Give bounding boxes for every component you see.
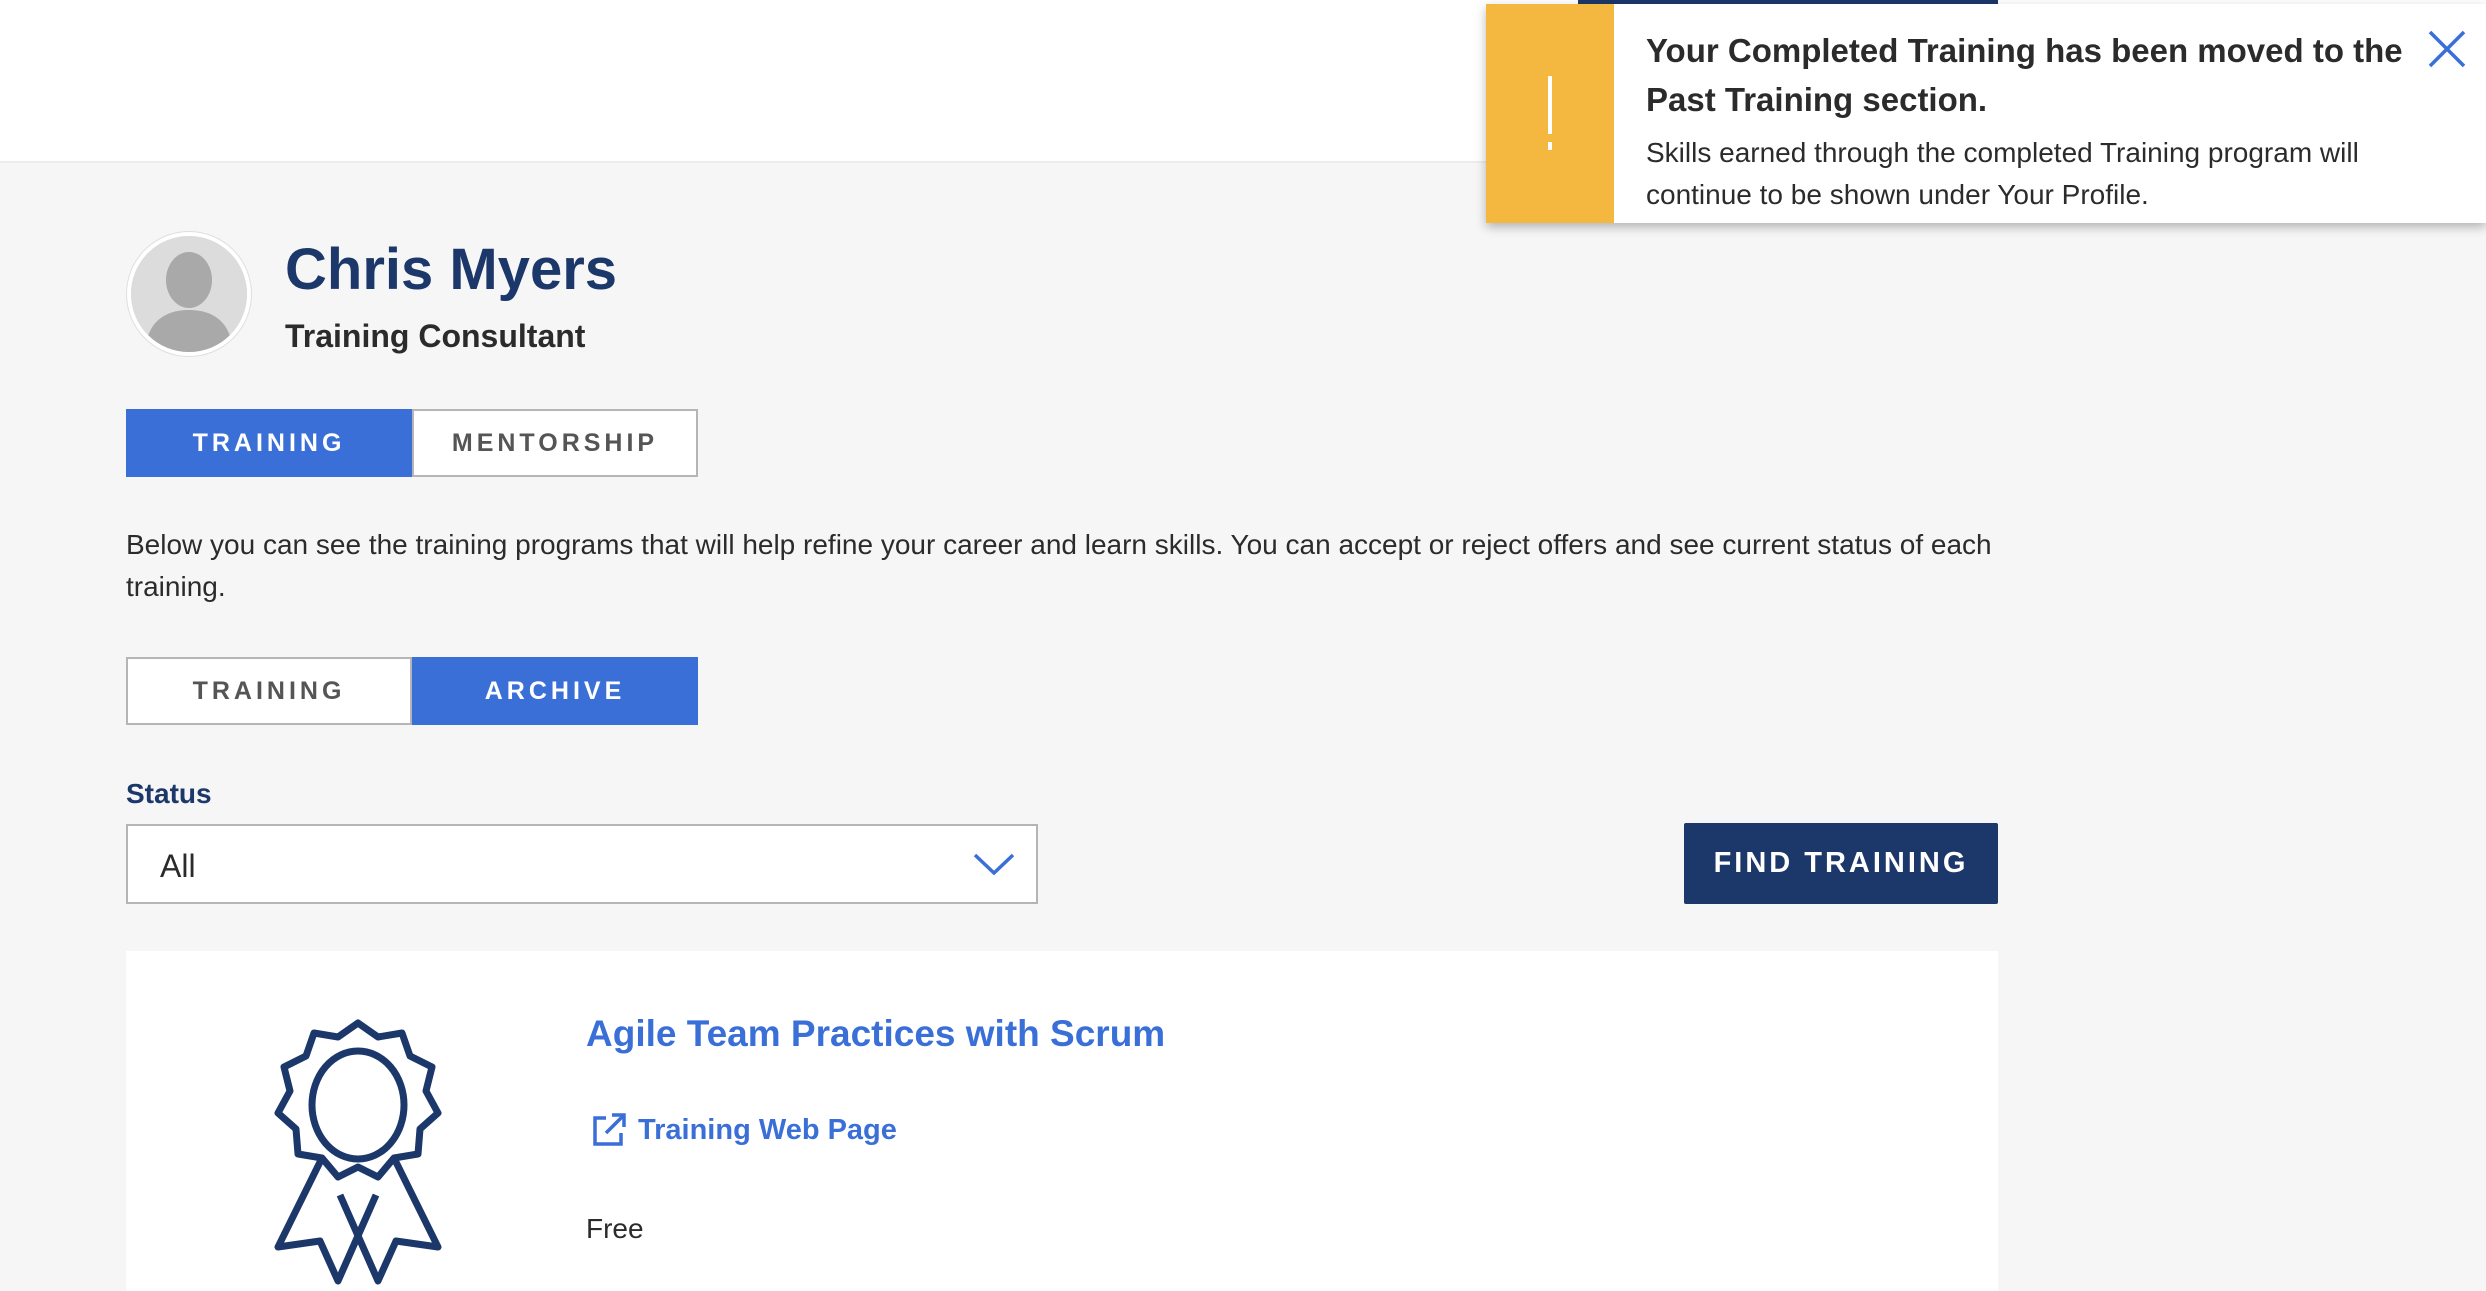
status-label: Status (126, 778, 212, 809)
training-title-link[interactable]: Agile Team Practices with Scrum (586, 1013, 1165, 1055)
avatar (127, 232, 251, 356)
tab-mentorship[interactable]: MENTORSHIP (412, 409, 698, 477)
training-web-page-link[interactable]: Training Web Page (590, 1111, 897, 1149)
main-tabs: TRAINING MENTORSHIP (126, 409, 698, 477)
status-selected-value: All (160, 848, 196, 884)
profile-name: Chris Myers (285, 237, 618, 302)
find-training-button[interactable]: FIND TRAINING (1684, 823, 1998, 904)
user-silhouette-icon (131, 236, 247, 352)
training-card: Agile Team Practices with Scrum Training… (126, 951, 1998, 1291)
intro-text: Below you can see the training programs … (126, 529, 1992, 602)
profile-role: Training Consultant (285, 318, 586, 354)
subtab-archive[interactable]: ARCHIVE (412, 657, 698, 725)
award-ribbon-icon (274, 1019, 442, 1285)
toast-title: Your Completed Training has been moved t… (1646, 32, 2403, 118)
toast-message: Skills earned through the completed Trai… (1646, 137, 2359, 210)
training-web-page-label: Training Web Page (638, 1113, 897, 1146)
external-link-icon (593, 1113, 626, 1146)
warning-icon (1486, 4, 1614, 223)
sub-tabs: TRAINING ARCHIVE (126, 657, 698, 725)
chevron-down-icon (973, 853, 1015, 876)
subtab-training[interactable]: TRAINING (126, 657, 412, 725)
close-icon[interactable] (2426, 28, 2468, 70)
notification-toast: Your Completed Training has been moved t… (1486, 4, 2486, 223)
training-price: Free (586, 1213, 644, 1244)
tab-training[interactable]: TRAINING (126, 409, 412, 477)
status-dropdown[interactable]: All (126, 824, 1038, 904)
